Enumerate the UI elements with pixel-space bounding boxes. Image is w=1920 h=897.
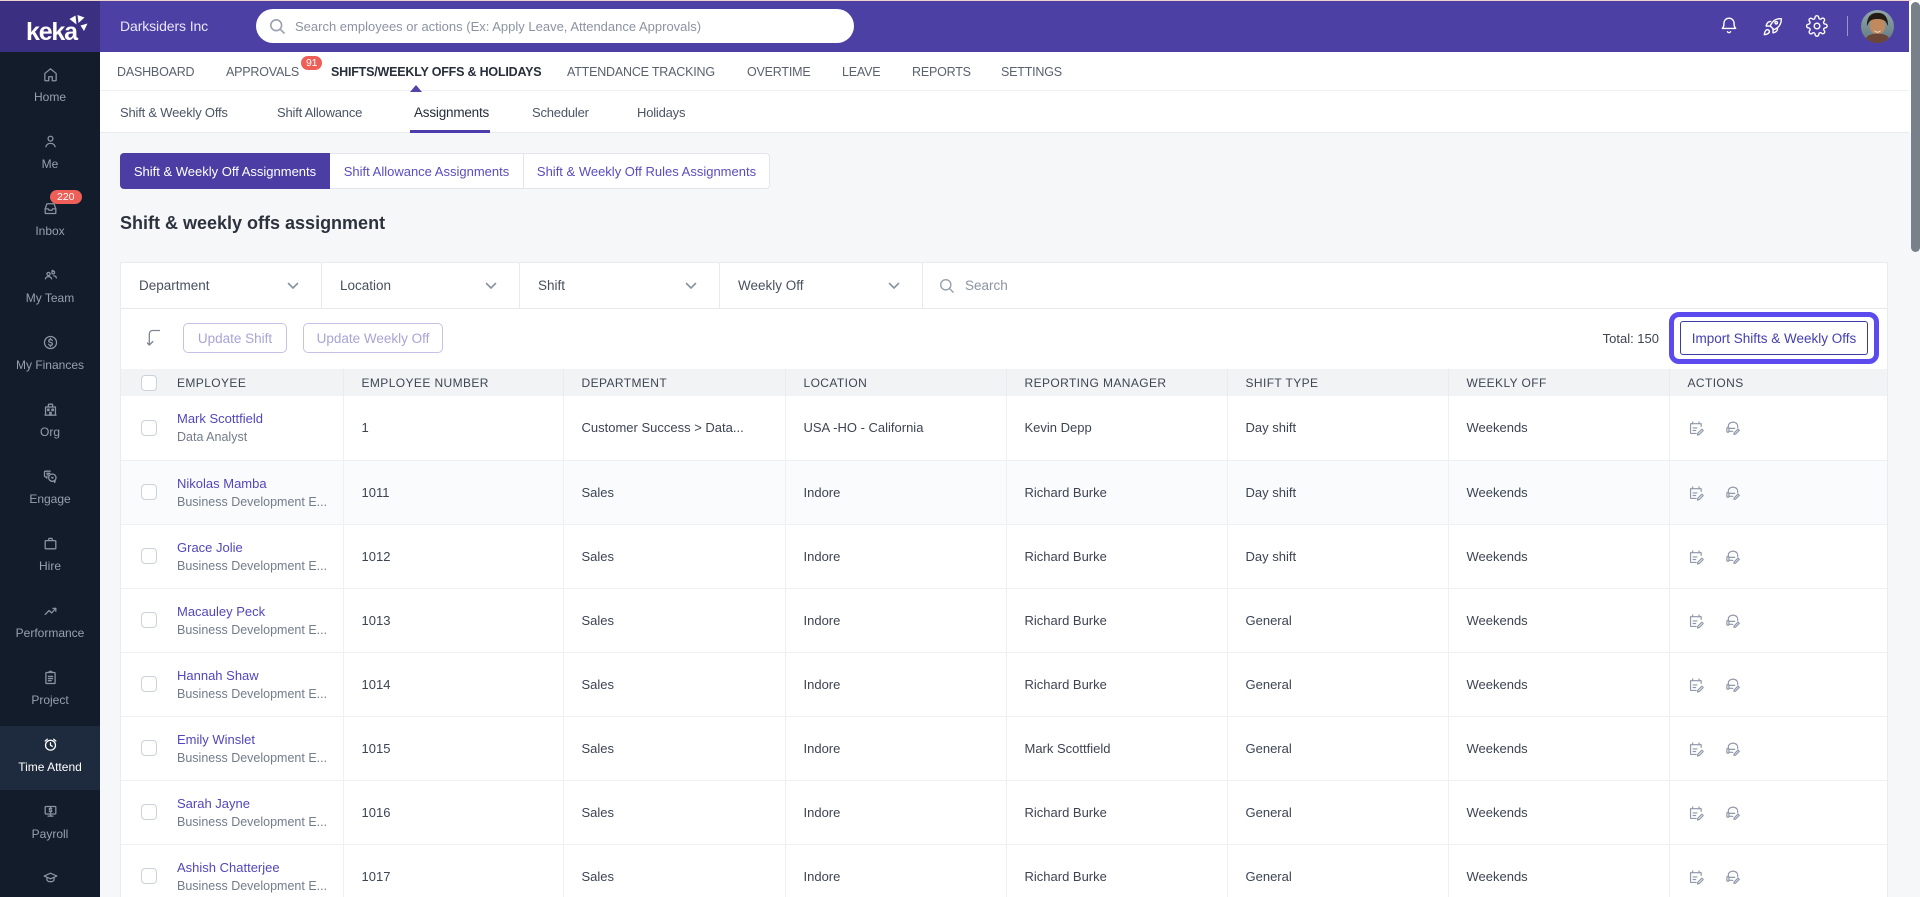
svg-text:keka: keka bbox=[26, 18, 79, 46]
